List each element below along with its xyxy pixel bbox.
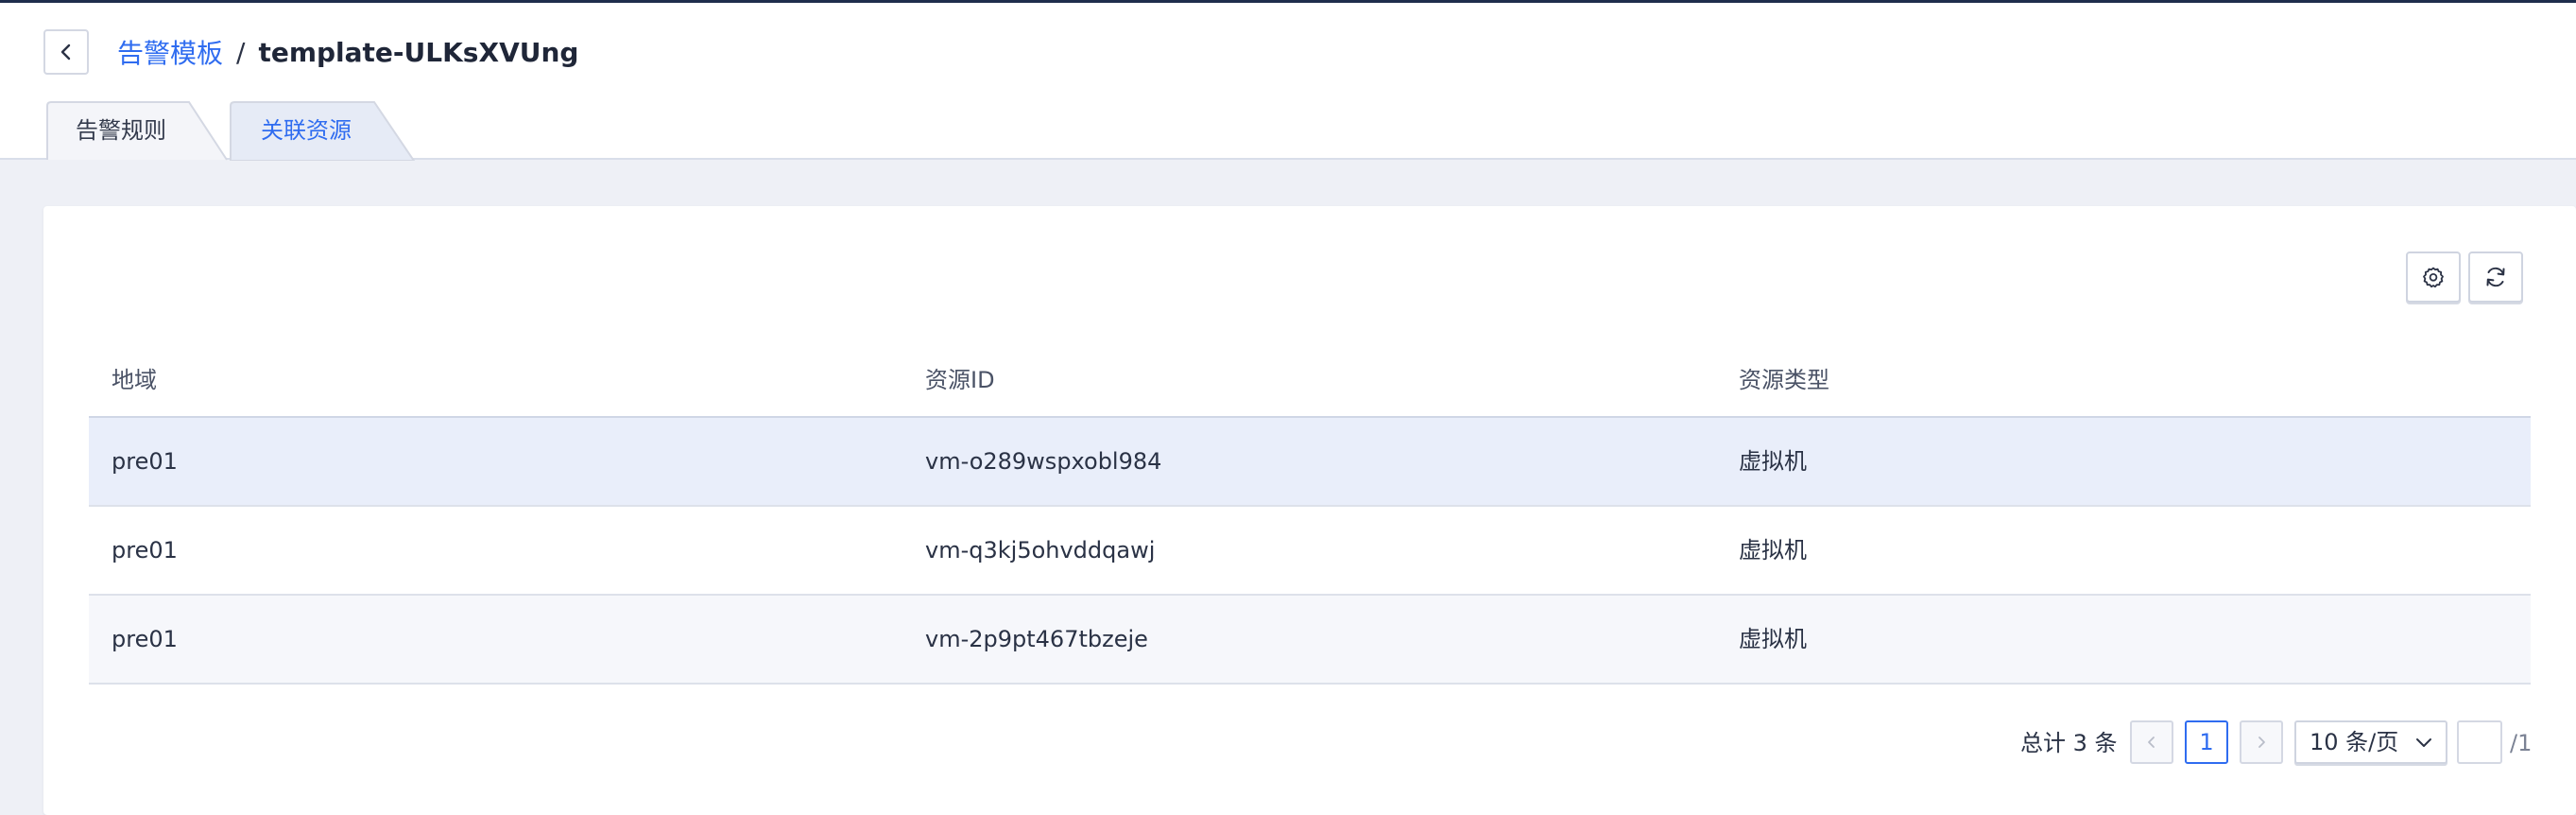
breadcrumb-parent-link[interactable]: 告警模板 bbox=[117, 33, 223, 71]
cell-region: pre01 bbox=[112, 537, 178, 564]
chevron-right-icon bbox=[2258, 737, 2265, 748]
page-number-button[interactable]: 1 bbox=[2185, 720, 2228, 764]
table-row[interactable]: pre01 vm-o289wspxobl984 虚拟机 bbox=[89, 418, 2531, 507]
pagination-total: 总计 3 条 bbox=[2020, 730, 2118, 756]
resource-table: 地域 资源ID 资源类型 pre01 vm-o289wspxobl984 虚拟机… bbox=[89, 342, 2531, 685]
gear-icon bbox=[2423, 267, 2444, 288]
prev-page-button[interactable] bbox=[2130, 720, 2173, 764]
page-count: /1 bbox=[2510, 730, 2533, 756]
chevron-down-icon bbox=[2416, 738, 2431, 747]
page-title: template-ULKsXVUng bbox=[258, 36, 579, 68]
cell-region: pre01 bbox=[112, 626, 178, 652]
cell-resource-type: 虚拟机 bbox=[1739, 626, 1807, 652]
page-jump-input[interactable] bbox=[2457, 720, 2502, 764]
column-header-resource-id: 资源ID bbox=[925, 367, 995, 393]
refresh-button[interactable] bbox=[2468, 251, 2523, 303]
table-row[interactable]: pre01 vm-q3kj5ohvddqawj 虚拟机 bbox=[89, 507, 2531, 596]
cell-resource-id: vm-2p9pt467tbzeje bbox=[925, 626, 1148, 652]
tab-associated-resources-label: 关联资源 bbox=[261, 117, 352, 144]
tab-associated-resources[interactable]: 关联资源 bbox=[229, 100, 416, 161]
cell-region: pre01 bbox=[112, 448, 178, 475]
tab-alert-rules[interactable]: 告警规则 bbox=[43, 100, 229, 161]
column-header-region: 地域 bbox=[112, 367, 157, 393]
cell-resource-id: vm-q3kj5ohvddqawj bbox=[925, 537, 1156, 564]
page-header: 告警模板 / template-ULKsXVUng 告警规则 关联资源 bbox=[0, 3, 2576, 161]
chevron-left-icon bbox=[60, 43, 71, 61]
table-row[interactable]: pre01 vm-2p9pt467tbzeje 虚拟机 bbox=[89, 596, 2531, 685]
table-header: 地域 资源ID 资源类型 bbox=[89, 342, 2531, 418]
breadcrumb-separator: / bbox=[236, 36, 246, 68]
cell-resource-type: 虚拟机 bbox=[1739, 448, 1807, 475]
tab-alert-rules-label: 告警规则 bbox=[76, 117, 166, 144]
chevron-left-icon bbox=[2148, 737, 2155, 748]
refresh-icon bbox=[2486, 267, 2505, 287]
cell-resource-id: vm-o289wspxobl984 bbox=[925, 448, 1162, 475]
cell-resource-type: 虚拟机 bbox=[1739, 537, 1807, 564]
page-size-value: 10 条/页 bbox=[2310, 729, 2399, 755]
breadcrumb: 告警模板 / template-ULKsXVUng bbox=[117, 31, 578, 73]
back-button[interactable] bbox=[43, 29, 89, 75]
column-header-resource-type: 资源类型 bbox=[1739, 367, 1829, 393]
resource-card: 地域 资源ID 资源类型 pre01 vm-o289wspxobl984 虚拟机… bbox=[43, 206, 2576, 815]
column-settings-button[interactable] bbox=[2406, 251, 2461, 303]
next-page-button[interactable] bbox=[2240, 720, 2283, 764]
page-size-select[interactable]: 10 条/页 bbox=[2294, 720, 2447, 764]
